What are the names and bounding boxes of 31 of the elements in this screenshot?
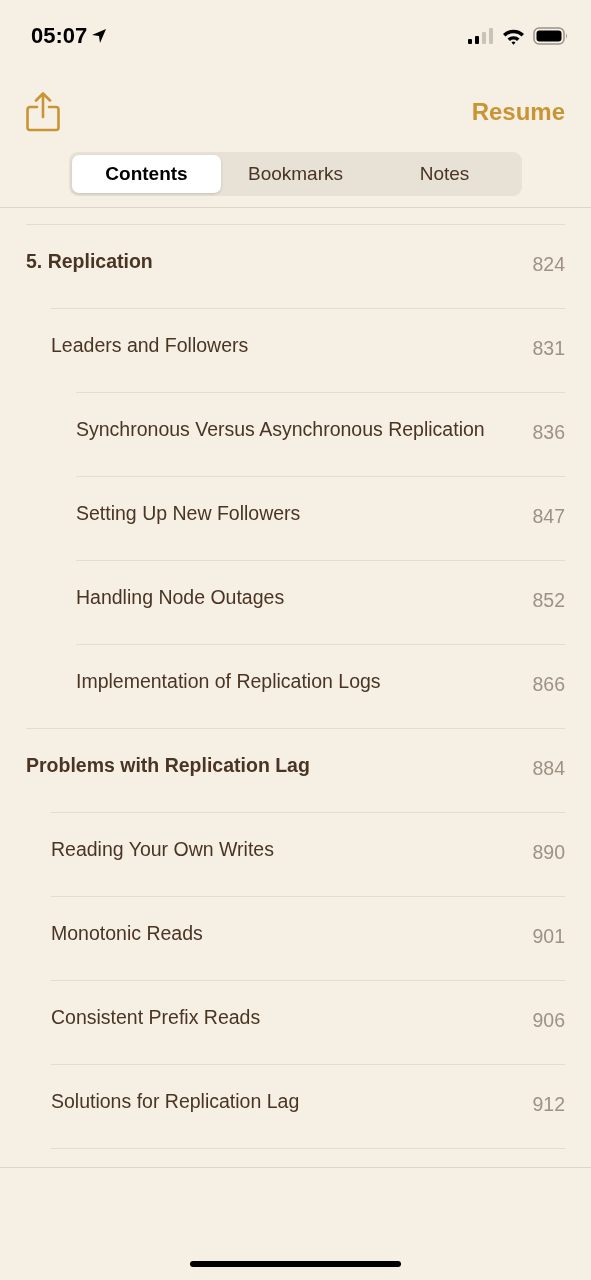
status-time: 05:07 [31, 23, 88, 49]
page-number: 847 [532, 504, 565, 528]
section-link[interactable]: Consistent Prefix Reads [51, 1005, 261, 1029]
page-number: 906 [532, 1008, 565, 1032]
page-number: 912 [532, 1092, 565, 1116]
page-number: 866 [532, 672, 565, 696]
section-link[interactable]: Synchronous Versus Asynchronous Replication [76, 417, 485, 441]
page-number: 884 [532, 756, 565, 780]
section-link[interactable]: Solutions for Replication Lag [51, 1089, 300, 1113]
page-number: 901 [532, 924, 565, 948]
chapter-link[interactable]: 5. Replication [26, 249, 153, 273]
battery-icon [533, 27, 569, 45]
tab[interactable]: Bookmarks [221, 155, 370, 193]
section-link[interactable]: Implementation of Replication Logs [76, 669, 381, 693]
page-number: 824 [532, 252, 565, 276]
chapter-link[interactable]: Problems with Replication Lag [26, 753, 310, 777]
page-number: 890 [532, 840, 565, 864]
wifi-icon [502, 27, 525, 45]
section-link[interactable]: Monotonic Reads [51, 921, 203, 945]
tab[interactable]: Notes [370, 155, 519, 193]
signal-icon [468, 28, 494, 44]
section-link[interactable]: Reading Your Own Writes [51, 837, 274, 861]
location-arrow-icon [91, 28, 108, 44]
page-number: 831 [532, 336, 565, 360]
section-link[interactable]: Setting Up New Followers [76, 501, 301, 525]
page-number: 836 [532, 420, 565, 444]
section-link[interactable]: Leaders and Followers [51, 333, 249, 357]
tab[interactable]: Contents [72, 155, 221, 193]
share-icon[interactable] [26, 92, 60, 132]
page-number: 852 [532, 588, 565, 612]
section-link[interactable]: Handling Node Outages [76, 585, 285, 609]
